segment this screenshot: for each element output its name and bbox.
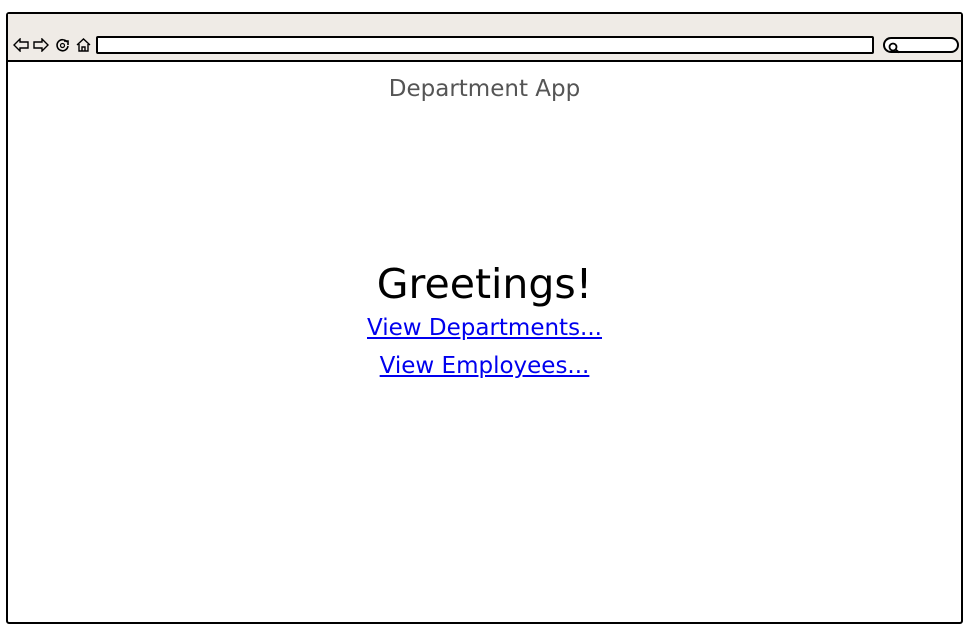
view-departments-link[interactable]: View Departments... — [367, 309, 602, 347]
greeting-heading: Greetings! — [376, 260, 593, 308]
home-icon[interactable] — [74, 36, 92, 54]
address-bar[interactable] — [96, 36, 874, 54]
browser-window: Department App Greetings! View Departmen… — [6, 12, 963, 624]
browser-toolbar — [8, 14, 961, 62]
app-title: Department App — [388, 76, 581, 102]
search-icon — [888, 39, 902, 58]
view-employees-link[interactable]: View Employees... — [380, 347, 590, 385]
search-input[interactable] — [883, 37, 959, 54]
forward-icon[interactable] — [32, 36, 50, 54]
back-icon[interactable] — [12, 36, 30, 54]
main-content: Greetings! View Departments... View Empl… — [8, 259, 961, 385]
reload-icon[interactable] — [53, 36, 71, 54]
